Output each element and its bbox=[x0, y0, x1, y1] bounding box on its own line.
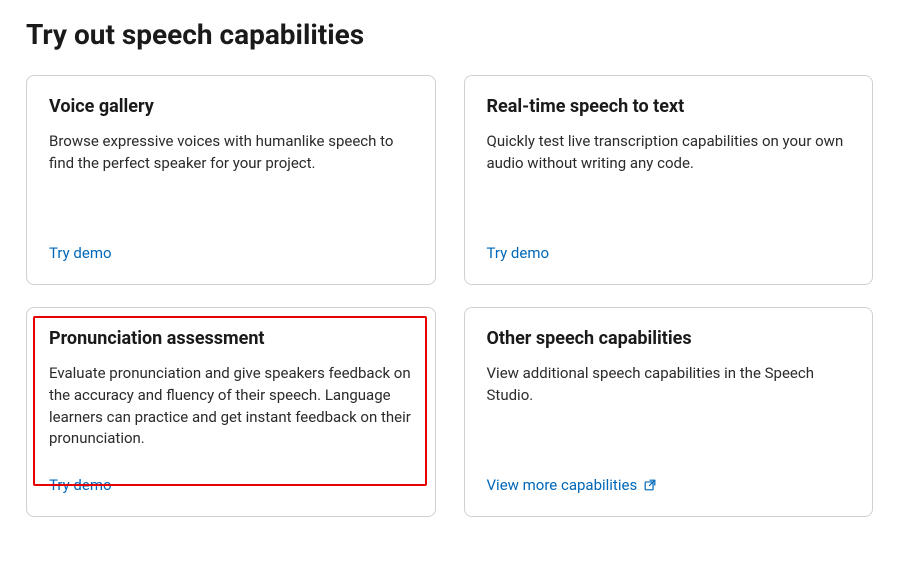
card-title: Pronunciation assessment bbox=[49, 328, 413, 349]
try-demo-link[interactable]: Try demo bbox=[49, 476, 112, 494]
card-title: Real-time speech to text bbox=[487, 96, 851, 117]
external-link-icon bbox=[643, 478, 657, 492]
link-label: View more capabilities bbox=[487, 476, 638, 494]
card-title: Voice gallery bbox=[49, 96, 413, 117]
card-description: Evaluate pronunciation and give speakers… bbox=[49, 363, 413, 458]
card-description: Browse expressive voices with humanlike … bbox=[49, 131, 413, 226]
card-description: View additional speech capabilities in t… bbox=[487, 363, 851, 458]
card-voice-gallery: Voice gallery Browse expressive voices w… bbox=[26, 75, 436, 285]
card-description: Quickly test live transcription capabili… bbox=[487, 131, 851, 226]
view-more-link[interactable]: View more capabilities bbox=[487, 476, 658, 494]
card-realtime-stt: Real-time speech to text Quickly test li… bbox=[464, 75, 874, 285]
card-pronunciation-assessment: Pronunciation assessment Evaluate pronun… bbox=[26, 307, 436, 517]
try-demo-link[interactable]: Try demo bbox=[49, 244, 112, 262]
card-grid: Voice gallery Browse expressive voices w… bbox=[26, 75, 873, 517]
card-other-speech: Other speech capabilities View additiona… bbox=[464, 307, 874, 517]
page-title: Try out speech capabilities bbox=[26, 18, 873, 51]
link-label: Try demo bbox=[49, 476, 112, 494]
try-demo-link[interactable]: Try demo bbox=[487, 244, 550, 262]
link-label: Try demo bbox=[487, 244, 550, 262]
link-label: Try demo bbox=[49, 244, 112, 262]
card-title: Other speech capabilities bbox=[487, 328, 851, 349]
